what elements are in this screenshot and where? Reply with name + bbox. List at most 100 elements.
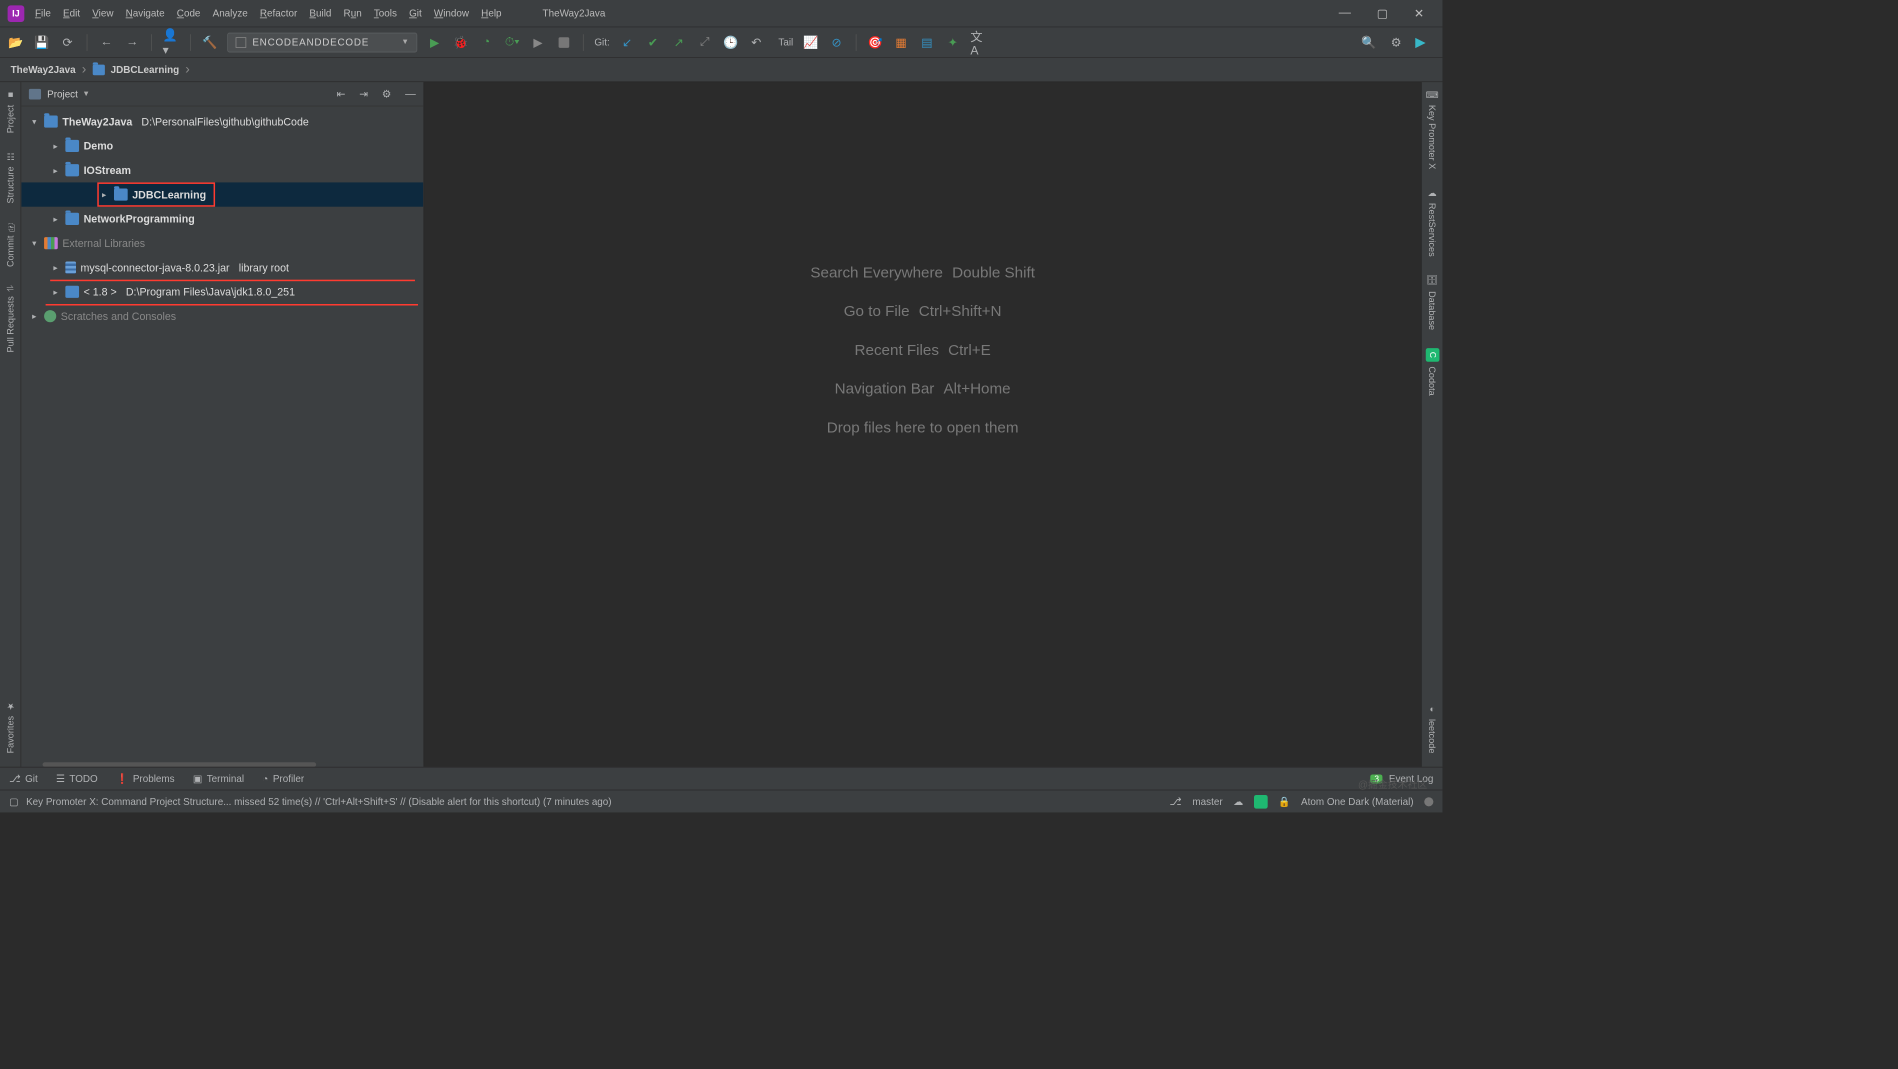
close-button[interactable]: ✕ bbox=[1414, 6, 1424, 21]
run-config-selector[interactable]: ENCODEANDDECODE ▼ bbox=[227, 32, 417, 52]
bottom-tab-terminal[interactable]: ▣ Terminal bbox=[193, 773, 244, 785]
tree-root-name: TheWay2Java bbox=[62, 116, 132, 128]
search-icon[interactable]: 🔍 bbox=[1361, 34, 1378, 51]
toolbox-play-icon[interactable]: ▶ bbox=[1415, 34, 1426, 50]
library-icon bbox=[44, 237, 58, 249]
menu-refactor[interactable]: Refactor bbox=[258, 5, 298, 22]
sync-icon[interactable]: ⟳ bbox=[59, 34, 76, 51]
back-icon[interactable]: ← bbox=[98, 34, 115, 51]
stop-icon[interactable] bbox=[556, 34, 573, 51]
git-branch-icon[interactable]: ⎇ bbox=[1170, 795, 1182, 808]
settings-icon[interactable]: ⚙ bbox=[1388, 34, 1405, 51]
breadcrumb-module[interactable]: JDBCLearning bbox=[111, 64, 180, 75]
chevron-down-icon[interactable]: ▼ bbox=[82, 90, 90, 98]
minimize-button[interactable]: ― bbox=[1339, 6, 1351, 21]
save-icon[interactable]: 💾 bbox=[33, 34, 50, 51]
find-target-icon[interactable]: 🎯 bbox=[867, 34, 884, 51]
git-rollback-icon[interactable]: ↶ bbox=[748, 34, 765, 51]
git-push-icon[interactable]: ↗ bbox=[670, 34, 687, 51]
tree-module-jdbclearning[interactable]: ▸ JDBCLearning bbox=[21, 182, 423, 206]
profile-icon[interactable]: ⏱▾ bbox=[504, 34, 521, 51]
menu-git[interactable]: Git bbox=[408, 5, 424, 22]
database-tool-icon[interactable]: ▤ bbox=[919, 34, 936, 51]
chevron-right-icon[interactable]: ▸ bbox=[50, 287, 61, 297]
tool-tab-key-promoter[interactable]: ⌨ Key Promoter X bbox=[1427, 90, 1438, 170]
tool-tab-rest-services[interactable]: ☁ RestServices bbox=[1427, 187, 1438, 256]
bottom-tab-todo[interactable]: ☰ TODO bbox=[56, 773, 98, 785]
translate-icon[interactable]: 文A bbox=[970, 34, 987, 51]
menu-run[interactable]: Run bbox=[342, 5, 363, 22]
git-update-icon[interactable]: ⤢ bbox=[696, 34, 713, 51]
chevron-right-icon[interactable]: ▸ bbox=[50, 141, 61, 151]
chevron-right-icon[interactable]: ▸ bbox=[99, 190, 110, 200]
bottom-tab-problems[interactable]: ❗ Problems bbox=[116, 773, 175, 785]
tree-module-network[interactable]: ▸ NetworkProgramming bbox=[21, 207, 423, 231]
project-tree[interactable]: ▾ TheWay2Java D:\PersonalFiles\github\gi… bbox=[21, 106, 423, 762]
user-dropdown-icon[interactable]: 👤▾ bbox=[163, 34, 180, 51]
branch-name[interactable]: master bbox=[1192, 796, 1222, 807]
chevron-right-icon[interactable]: ▸ bbox=[50, 165, 61, 175]
tree-root[interactable]: ▾ TheWay2Java D:\PersonalFiles\github\gi… bbox=[21, 109, 423, 133]
tree-module-iostream[interactable]: ▸ IOStream bbox=[21, 158, 423, 182]
coverage-icon[interactable]: ◔ bbox=[478, 34, 495, 51]
tree-lib-mysql[interactable]: ▸ mysql-connector-java-8.0.23.jar librar… bbox=[21, 255, 423, 279]
open-icon[interactable]: 📂 bbox=[8, 34, 25, 51]
run-anything-icon[interactable]: ▶ bbox=[530, 34, 547, 51]
tool-tab-pull-requests[interactable]: Pull Requests ⥮ bbox=[5, 285, 16, 352]
panel-title[interactable]: Project bbox=[47, 88, 78, 99]
cloud-sync-icon[interactable]: ☁ bbox=[1233, 795, 1243, 807]
tool-tab-leetcode[interactable]: ◐ leetcode bbox=[1427, 703, 1438, 753]
tail-chart-icon[interactable]: 📈 bbox=[802, 34, 819, 51]
memory-indicator-icon[interactable] bbox=[1424, 797, 1433, 806]
chevron-right-icon[interactable]: ▸ bbox=[50, 214, 61, 224]
lock-icon[interactable]: 🔒 bbox=[1278, 795, 1290, 807]
chevron-right-icon[interactable]: ▸ bbox=[50, 263, 61, 273]
hide-panel-icon[interactable]: — bbox=[405, 87, 416, 100]
codota-status-icon[interactable] bbox=[1254, 795, 1268, 809]
menu-file[interactable]: File bbox=[33, 5, 52, 22]
menu-view[interactable]: View bbox=[91, 5, 115, 22]
tool-tab-commit[interactable]: Commit ⎘ bbox=[5, 222, 16, 267]
menu-analyze[interactable]: Analyze bbox=[211, 5, 249, 22]
git-pull-icon[interactable]: ↙ bbox=[619, 34, 636, 51]
run-icon[interactable]: ▶ bbox=[426, 34, 443, 51]
debug-icon[interactable]: 🐞 bbox=[452, 34, 469, 51]
no-entry-icon[interactable]: ⊘ bbox=[828, 34, 845, 51]
breadcrumb-root[interactable]: TheWay2Java bbox=[11, 64, 76, 75]
tree-lib-jdk[interactable]: ▸ < 1.8 > D:\Program Files\Java\jdk1.8.0… bbox=[21, 280, 423, 304]
tool-tab-structure[interactable]: Structure ☷ bbox=[5, 152, 16, 204]
bottom-tab-git[interactable]: ⎇ Git bbox=[9, 773, 38, 785]
hammer-build-icon[interactable]: 🔨 bbox=[201, 34, 218, 51]
expand-selection-icon[interactable]: ⇤ bbox=[337, 87, 346, 100]
project-panel-header: Project ▼ ⇤ ⇥ ⚙ — bbox=[21, 82, 423, 106]
menu-code[interactable]: Code bbox=[175, 5, 202, 22]
menu-edit[interactable]: Edit bbox=[62, 5, 82, 22]
menu-help[interactable]: Help bbox=[480, 5, 503, 22]
forward-icon[interactable]: → bbox=[124, 34, 141, 51]
git-commit-icon[interactable]: ✔ bbox=[645, 34, 662, 51]
menu-window[interactable]: Window bbox=[432, 5, 470, 22]
tree-external-libraries[interactable]: ▾ External Libraries bbox=[21, 231, 423, 255]
git-history-icon[interactable]: 🕒 bbox=[722, 34, 739, 51]
tree-scratches[interactable]: ▸ Scratches and Consoles bbox=[21, 304, 423, 328]
menu-tools[interactable]: Tools bbox=[372, 5, 398, 22]
maximize-button[interactable]: ▢ bbox=[1377, 6, 1388, 21]
chevron-down-icon[interactable]: ▾ bbox=[29, 117, 40, 127]
tool-tab-project[interactable]: Project ■ bbox=[5, 90, 16, 134]
puzzle-plugin-icon[interactable]: ✦ bbox=[944, 34, 961, 51]
highlight-underline bbox=[46, 304, 418, 306]
theme-name[interactable]: Atom One Dark (Material) bbox=[1301, 796, 1414, 807]
status-window-icon[interactable]: ▢ bbox=[9, 795, 18, 807]
tool-tab-codota[interactable]: C Codota bbox=[1425, 348, 1439, 396]
tool-tab-database[interactable]: 🗄 Database bbox=[1427, 275, 1438, 330]
menu-build[interactable]: Build bbox=[308, 5, 333, 22]
bottom-tab-profiler[interactable]: ◔ Profiler bbox=[262, 773, 304, 784]
menu-navigate[interactable]: Navigate bbox=[124, 5, 166, 22]
gear-icon[interactable]: ⚙ bbox=[382, 87, 392, 100]
collapse-all-icon[interactable]: ⇥ bbox=[359, 87, 368, 100]
tree-module-demo[interactable]: ▸ Demo bbox=[21, 134, 423, 158]
chevron-right-icon[interactable]: ▸ bbox=[29, 311, 40, 321]
chevron-down-icon[interactable]: ▾ bbox=[29, 238, 40, 248]
tool-tab-favorites[interactable]: Favorites ★ bbox=[5, 700, 16, 753]
grid-plugin-icon[interactable]: ▦ bbox=[893, 34, 910, 51]
